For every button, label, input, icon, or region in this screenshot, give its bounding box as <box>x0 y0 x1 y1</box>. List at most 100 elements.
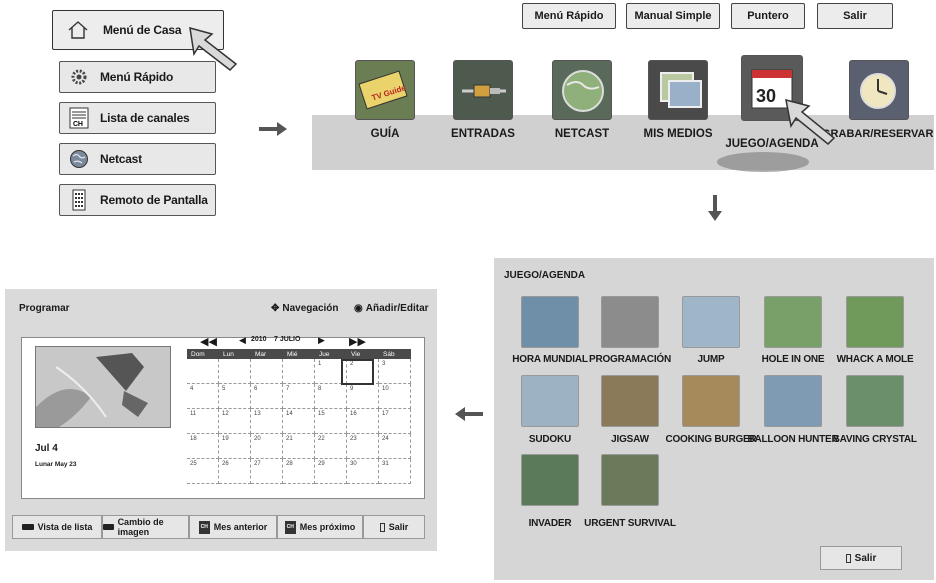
calendar-day[interactable]: 13 <box>251 409 283 434</box>
game-thumbnail[interactable] <box>764 375 822 427</box>
card-record[interactable] <box>849 60 909 120</box>
game-thumbnail[interactable] <box>846 375 904 427</box>
menu-item-screen-remote[interactable]: Remoto de Pantalla <box>59 184 216 216</box>
game-thumbnail[interactable] <box>682 375 740 427</box>
change-image-label: Cambio de imagen <box>117 517 164 537</box>
calendar-day[interactable]: 26 <box>219 459 251 484</box>
radio-dot-icon: ◉ <box>354 303 363 314</box>
game-thumbnail[interactable] <box>601 454 659 506</box>
calendar-panel: Programar ✥ Navegación ◉ Añadir/Editar Jul… <box>5 289 437 551</box>
pointer-button[interactable]: Puntero <box>731 3 805 29</box>
games-title: JUEGO/AGENDA <box>504 270 586 281</box>
calendar-exit-button[interactable]: Salir <box>363 515 425 539</box>
game-thumbnail[interactable] <box>764 296 822 348</box>
menu-item-quick-menu[interactable]: Menú Rápido <box>59 61 216 93</box>
selected-day-outline <box>341 359 374 385</box>
menu-item-label: Netcast <box>100 152 142 166</box>
calendar-day[interactable]: 18 <box>187 434 219 459</box>
nav-hint-label: Navegación <box>282 303 339 314</box>
game-label: JIGSAW <box>611 434 649 445</box>
game-thumbnail[interactable] <box>521 454 579 506</box>
calendar-day[interactable]: 29 <box>315 459 347 484</box>
menu-item-channel-list[interactable]: CH Lista de canales <box>59 102 216 134</box>
game-label: HOLE IN ONE <box>761 354 825 365</box>
weekday-label: Mié <box>287 350 298 358</box>
butterfly-photo <box>35 346 171 428</box>
remote-icon <box>68 189 90 211</box>
card-guide[interactable]: TV Guide <box>355 60 415 120</box>
prev-year-icon[interactable]: ◀◀ <box>200 335 217 348</box>
calendar-day[interactable]: 14 <box>283 409 315 434</box>
calendar-day[interactable]: 15 <box>315 409 347 434</box>
game-thumbnail[interactable] <box>846 296 904 348</box>
navigation-icon: ✥ <box>271 303 280 314</box>
quick-menu-button[interactable]: Menú Rápido <box>522 3 616 29</box>
media-icon <box>660 72 702 108</box>
prev-month-icon[interactable]: ◀ <box>239 335 246 346</box>
calendar-day[interactable]: 31 <box>379 459 411 484</box>
games-exit-button[interactable]: Salir <box>820 546 902 570</box>
calendar-day[interactable] <box>283 359 315 384</box>
calendar-day[interactable]: 3 <box>379 359 411 384</box>
calendar-day[interactable]: 24 <box>379 434 411 459</box>
weekday-label: Lun <box>223 350 234 358</box>
game-thumbnail[interactable] <box>521 375 579 427</box>
calendar-day[interactable]: 8 <box>315 384 347 409</box>
calendar-day[interactable]: 25 <box>187 459 219 484</box>
game-label: SAVING CRYSTAL <box>833 434 917 445</box>
channel-list-icon: CH <box>68 107 90 129</box>
next-month-button[interactable]: CH Mes próximo <box>277 515 363 539</box>
game-thumbnail[interactable] <box>521 296 579 348</box>
weekday-label: Vie <box>351 350 361 358</box>
calendar-day[interactable]: 12 <box>219 409 251 434</box>
calendar-day[interactable] <box>251 359 283 384</box>
calendar-day[interactable]: 23 <box>347 434 379 459</box>
selection-highlight <box>717 152 809 172</box>
month-label: 7 JULIO <box>274 336 301 343</box>
calendar-day[interactable] <box>219 359 251 384</box>
simple-manual-button[interactable]: Manual Simple <box>626 3 720 29</box>
card-bar <box>312 115 934 170</box>
calendar-day[interactable]: 16 <box>347 409 379 434</box>
game-thumbnail[interactable] <box>682 296 740 348</box>
calendar-day[interactable]: 7 <box>283 384 315 409</box>
next-year-icon[interactable]: ▶▶ <box>349 335 366 348</box>
card-netcast[interactable] <box>552 60 612 120</box>
exit-key-icon <box>845 553 851 563</box>
calendar-day[interactable]: 27 <box>251 459 283 484</box>
calendar-day[interactable]: 4 <box>187 384 219 409</box>
add-edit-hint: ◉ Añadir/Editar <box>354 303 429 314</box>
card-inputs[interactable] <box>453 60 513 120</box>
card-my-media[interactable] <box>648 60 708 120</box>
game-thumbnail[interactable] <box>601 296 659 348</box>
calendar-day[interactable]: 21 <box>283 434 315 459</box>
card-label-guide: GUÍA <box>370 128 400 140</box>
calendar-day[interactable]: 6 <box>251 384 283 409</box>
calendar-day[interactable] <box>187 359 219 384</box>
weekday-label: Mar <box>255 350 267 358</box>
calendar-day[interactable]: 30 <box>347 459 379 484</box>
calendar-day[interactable]: 17 <box>379 409 411 434</box>
next-month-icon[interactable]: ▶ <box>318 335 325 346</box>
card-label-inputs: ENTRADAS <box>451 128 515 140</box>
weekday-label: Sáb <box>383 350 395 358</box>
calendar-day[interactable]: 19 <box>219 434 251 459</box>
calendar-day[interactable]: 5 <box>219 384 251 409</box>
calendar-day[interactable]: 22 <box>315 434 347 459</box>
ch-up-icon: CH <box>198 520 210 534</box>
game-thumbnail[interactable] <box>601 375 659 427</box>
list-view-button[interactable]: Vista de lista <box>12 515 102 539</box>
calendar-day[interactable]: 20 <box>251 434 283 459</box>
red-key-icon <box>21 524 34 530</box>
clock-icon <box>860 73 896 109</box>
menu-item-label: Remoto de Pantalla <box>100 193 208 207</box>
change-image-button[interactable]: Cambio de imagen <box>102 515 189 539</box>
calendar-day[interactable]: 28 <box>283 459 315 484</box>
calendar-day[interactable]: 11 <box>187 409 219 434</box>
exit-button[interactable]: Salir <box>817 3 893 29</box>
calendar-day[interactable]: 9 <box>347 384 379 409</box>
menu-item-netcast[interactable]: Netcast <box>59 143 216 175</box>
weekday-label: Dom <box>191 350 205 358</box>
calendar-day[interactable]: 10 <box>379 384 411 409</box>
prev-month-button[interactable]: CH Mes anterior <box>189 515 277 539</box>
